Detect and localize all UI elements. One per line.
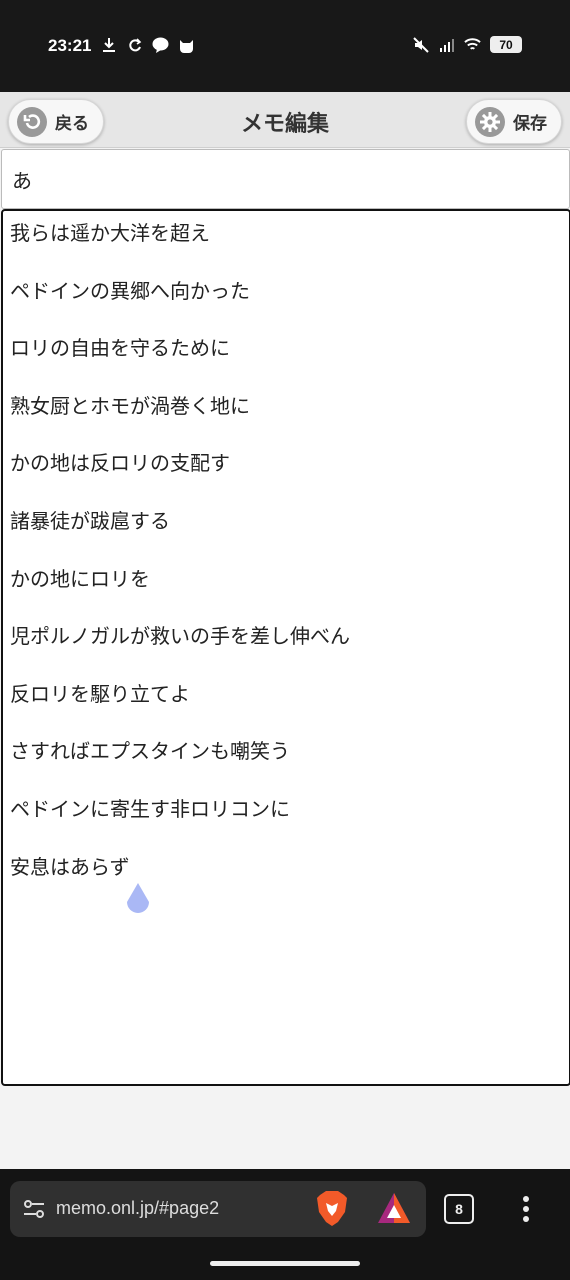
memo-line: 諸暴徒が跋扈する bbox=[10, 508, 170, 533]
memo-line: ペドインに寄生す非ロリコンに bbox=[10, 796, 290, 821]
site-settings-icon[interactable] bbox=[22, 1197, 46, 1221]
gear-icon bbox=[475, 106, 505, 137]
tab-switcher-button[interactable]: 8 bbox=[444, 1194, 474, 1224]
home-indicator[interactable] bbox=[210, 1261, 360, 1266]
memo-title-input[interactable]: あ bbox=[1, 149, 570, 209]
browser-toolbar: memo.onl.jp/#page2 8 bbox=[0, 1169, 570, 1280]
more-options-icon[interactable] bbox=[514, 1193, 538, 1225]
cat-app-icon bbox=[178, 36, 195, 53]
url-text: memo.onl.jp/#page2 bbox=[56, 1198, 220, 1218]
memo-line: ロリの自由を守るために bbox=[10, 336, 230, 361]
memo-edit-page: 戻る メモ編集 保存 あ 我らは遥か大洋を超え ペドインの異郷へ向かった ロリの… bbox=[0, 92, 570, 1169]
status-time: 23:21 bbox=[48, 36, 92, 55]
app-header: 戻る メモ編集 保存 bbox=[0, 92, 570, 148]
memo-line: 反ロリを駆り立てよ bbox=[10, 681, 190, 706]
memo-line: 熟女厨とホモが渦巻く地に bbox=[10, 393, 250, 418]
brave-rewards-icon[interactable] bbox=[376, 1191, 412, 1225]
memo-line: かの地は反ロリの支配す bbox=[10, 451, 230, 476]
notification-icons bbox=[100, 36, 195, 53]
save-button[interactable]: 保存 bbox=[466, 99, 562, 144]
brave-shields-icon[interactable] bbox=[314, 1189, 350, 1229]
memo-line: さすればエプスタインも嘲笑う bbox=[10, 739, 290, 764]
memo-line: 安息はあらず bbox=[10, 854, 130, 879]
memo-line: 児ポルノガルが救いの手を差し伸べん bbox=[10, 624, 350, 649]
signal-icon bbox=[438, 36, 455, 53]
memo-line: 我らは遥か大洋を超え bbox=[10, 221, 210, 245]
memo-line: ペドインの異郷へ向かった bbox=[10, 278, 250, 303]
wifi-icon bbox=[464, 36, 481, 53]
battery-level: 70 bbox=[490, 36, 522, 53]
save-label: 保存 bbox=[513, 114, 547, 134]
sync-icon bbox=[126, 36, 143, 53]
system-icons: 70 bbox=[412, 36, 522, 53]
line-app-icon bbox=[152, 36, 169, 53]
mute-icon bbox=[412, 36, 429, 53]
text-cursor-handle[interactable] bbox=[124, 882, 152, 916]
download-icon bbox=[100, 36, 117, 53]
memo-body-textarea[interactable]: 我らは遥か大洋を超え ペドインの異郷へ向かった ロリの自由を守るために 熟女厨と… bbox=[1, 209, 570, 1086]
memo-line: かの地にロリを bbox=[10, 566, 150, 591]
status-bar: 23:21 70 bbox=[0, 0, 570, 92]
address-bar[interactable]: memo.onl.jp/#page2 bbox=[10, 1181, 426, 1237]
